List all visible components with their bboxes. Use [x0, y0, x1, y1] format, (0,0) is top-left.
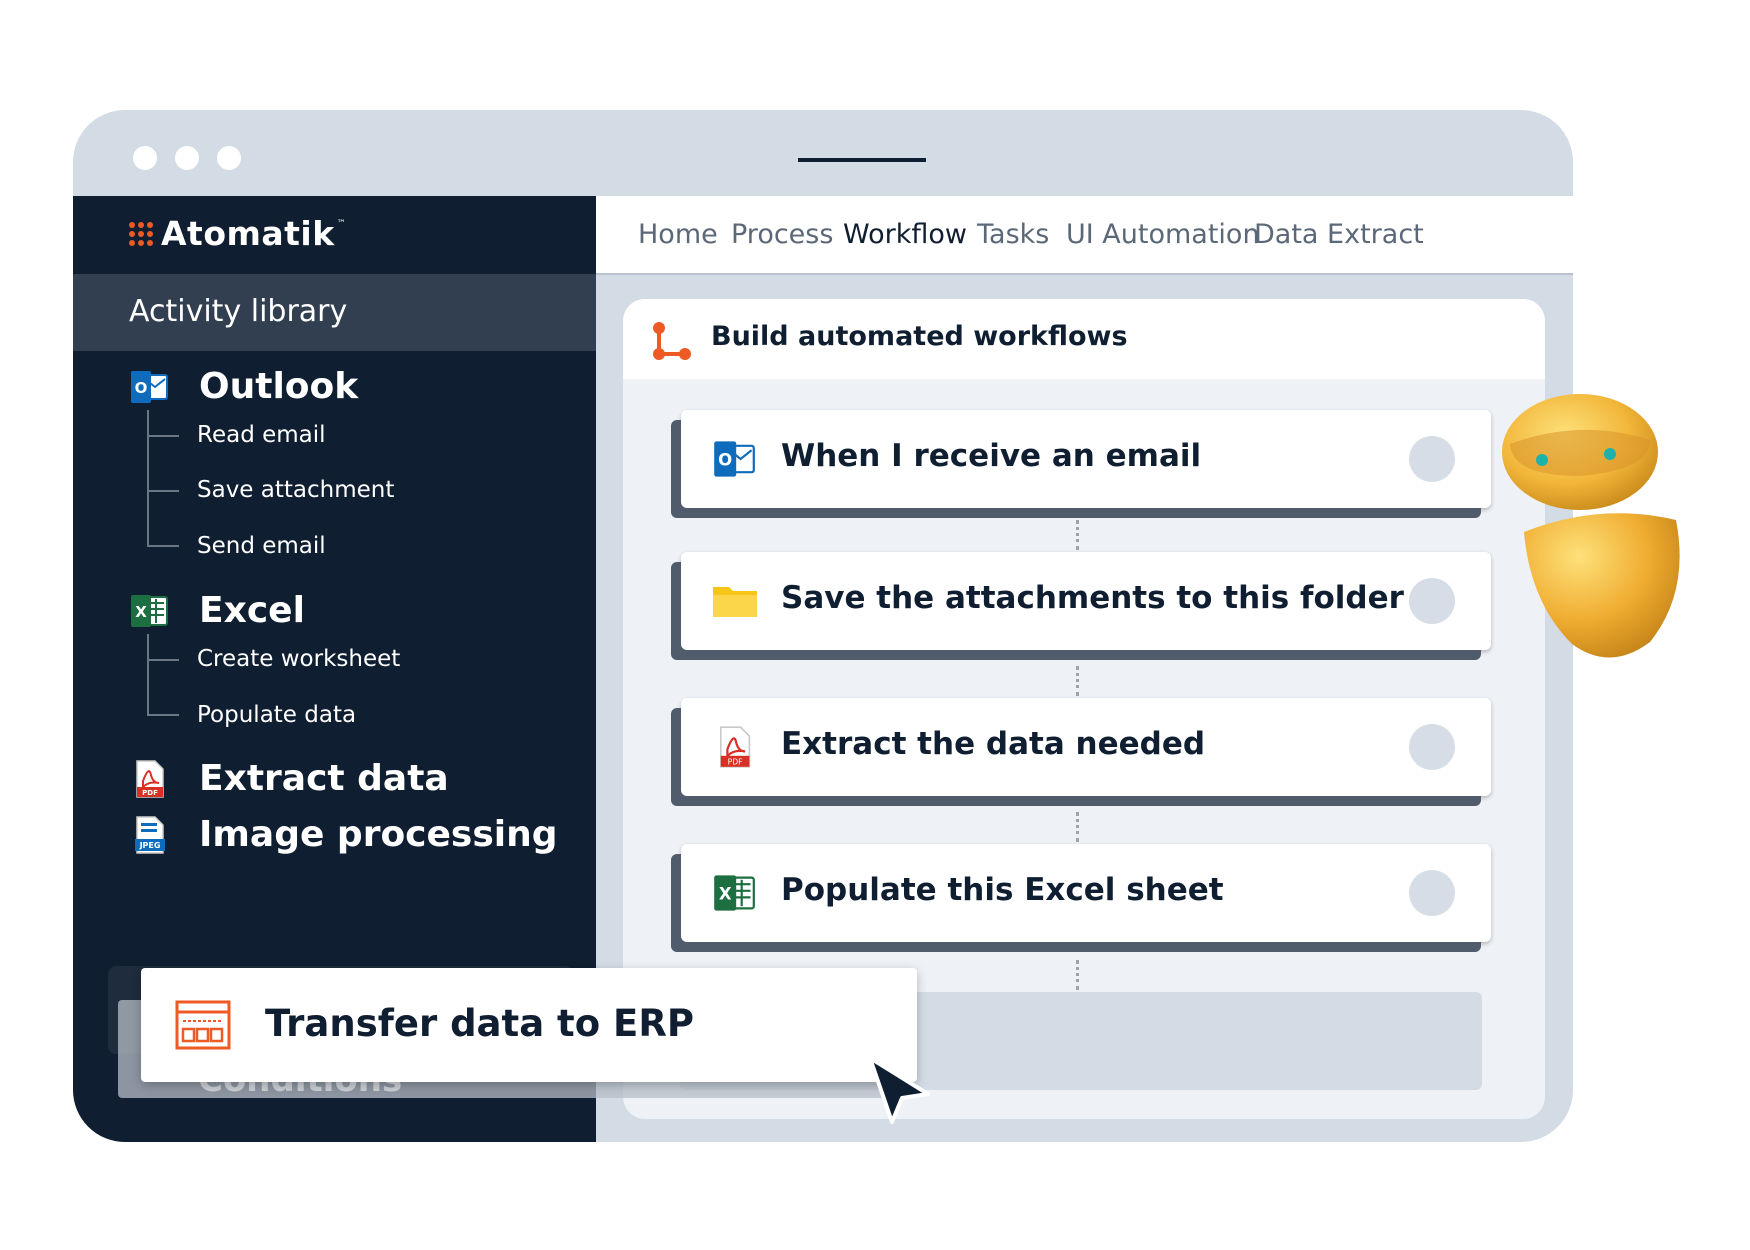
pdf-icon: PDF	[711, 725, 757, 769]
tab-home[interactable]: Home	[638, 219, 718, 250]
step-connector	[1076, 812, 1079, 842]
svg-text:PDF: PDF	[728, 758, 743, 767]
excel-icon: X	[129, 591, 169, 631]
dragged-activity-card[interactable]: Transfer data to ERP	[141, 968, 917, 1082]
brand-logo: Atomatik ™	[129, 214, 346, 253]
svg-text:JPEG: JPEG	[139, 841, 161, 850]
tree-branch	[147, 490, 179, 492]
tab-process[interactable]: Process	[731, 219, 833, 250]
step-status-toggle[interactable]	[1409, 724, 1455, 770]
svg-text:X: X	[135, 603, 147, 621]
sidebar-category-label: Image processing	[199, 814, 558, 855]
step-status-toggle[interactable]	[1409, 436, 1455, 482]
panel-title: Build automated workflows	[711, 321, 1128, 352]
workflow-step-label: Populate this Excel sheet	[781, 872, 1224, 908]
sidebar-category-image-processing[interactable]: JPEG Image processing	[129, 814, 558, 855]
tree-branch	[147, 714, 179, 716]
workflow-icon	[653, 322, 691, 360]
workflow-step-save-attachments[interactable]: Save the attachments to this folder	[681, 552, 1491, 650]
tree-branch	[147, 659, 179, 661]
sidebar-category-extract-data[interactable]: PDF Extract data	[129, 758, 449, 799]
sidebar-item-create-worksheet[interactable]: Create worksheet	[197, 646, 400, 672]
outlook-icon: O	[711, 437, 757, 481]
activity-library-header: Activity library	[73, 274, 596, 351]
tab-data-extract[interactable]: Data Extract	[1254, 219, 1424, 250]
window-dot-close[interactable]	[133, 146, 157, 170]
dragged-activity-label: Transfer data to ERP	[265, 1002, 694, 1045]
step-connector	[1076, 520, 1079, 550]
sidebar-category-excel[interactable]: X Excel	[129, 590, 305, 631]
svg-text:O: O	[135, 379, 148, 397]
sidebar-category-label: Extract data	[199, 758, 449, 799]
sidebar-category-label: Excel	[199, 590, 305, 631]
workflow-step-extract-data[interactable]: PDF Extract the data needed	[681, 698, 1491, 796]
tab-ui-automation[interactable]: UI Automation	[1066, 219, 1260, 250]
panel-header: Build automated workflows	[623, 299, 1545, 379]
activity-library-title: Activity library	[129, 294, 348, 329]
pdf-icon: PDF	[129, 759, 169, 799]
top-navigation: Home Process Workflow Tasks UI Automatio…	[596, 196, 1573, 275]
workflow-step-receive-email[interactable]: O When I receive an email	[681, 410, 1491, 508]
folder-icon	[711, 579, 757, 623]
brand-dots-icon	[129, 221, 153, 246]
workflow-step-populate-excel[interactable]: X Populate this Excel sheet	[681, 844, 1491, 942]
outlook-icon: O	[129, 367, 169, 407]
excel-icon: X	[711, 871, 757, 915]
workflow-step-label: Extract the data needed	[781, 726, 1206, 762]
sidebar-item-send-email[interactable]: Send email	[197, 533, 326, 559]
window-dot-minimize[interactable]	[175, 146, 199, 170]
svg-text:PDF: PDF	[142, 789, 158, 797]
active-tab-indicator	[798, 158, 926, 162]
svg-text:X: X	[719, 885, 732, 904]
tab-workflow[interactable]: Workflow	[843, 219, 967, 250]
robot-mascot-icon	[1502, 394, 1680, 658]
sidebar-category-outlook[interactable]: O Outlook	[129, 366, 358, 407]
erp-icon	[175, 1000, 231, 1050]
brand-trademark: ™	[336, 218, 346, 229]
tree-line	[147, 410, 149, 546]
workflow-step-label: When I receive an email	[781, 438, 1202, 474]
step-status-toggle[interactable]	[1409, 578, 1455, 624]
brand-name: Atomatik	[161, 214, 335, 253]
step-connector	[1076, 666, 1079, 696]
tab-tasks[interactable]: Tasks	[977, 219, 1049, 250]
tree-line	[147, 634, 149, 714]
workflow-step-label: Save the attachments to this folder	[781, 580, 1404, 616]
step-connector	[1076, 960, 1079, 990]
mouse-cursor-icon	[868, 1056, 930, 1124]
window-dot-maximize[interactable]	[217, 146, 241, 170]
sidebar-item-read-email[interactable]: Read email	[197, 422, 326, 448]
sidebar-item-populate-data[interactable]: Populate data	[197, 702, 356, 728]
sidebar-item-save-attachment[interactable]: Save attachment	[197, 477, 394, 503]
tree-branch	[147, 545, 179, 547]
step-status-toggle[interactable]	[1409, 870, 1455, 916]
svg-text:O: O	[718, 451, 732, 470]
sidebar-category-label: Outlook	[199, 366, 359, 407]
tree-branch	[147, 435, 179, 437]
jpeg-icon: JPEG	[129, 815, 169, 855]
